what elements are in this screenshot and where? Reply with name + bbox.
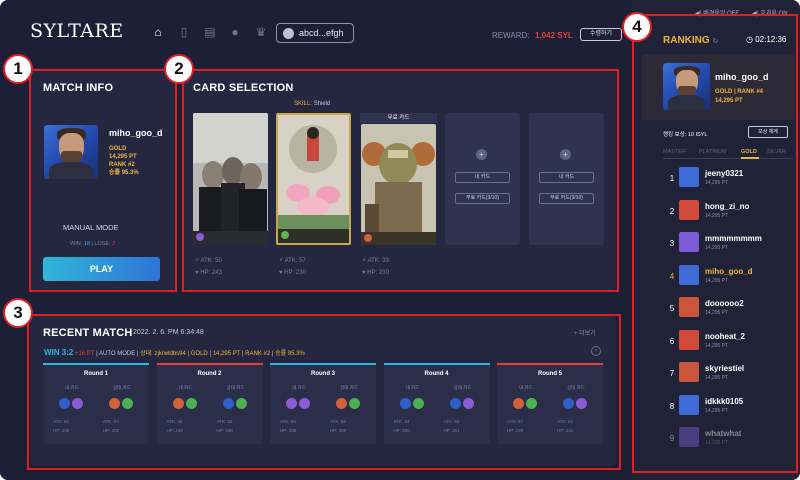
annotation-box-recent-match <box>27 314 621 470</box>
reward-label: REWARD: <box>492 31 530 40</box>
shop-icon[interactable]: ▤ <box>203 25 217 39</box>
app-logo[interactable]: SYLTARE <box>30 20 124 42</box>
trophy-icon[interactable]: ♛ <box>254 25 268 39</box>
annotation-marker-4: 4 <box>622 12 652 42</box>
reward-value: 1,042 SYL <box>535 31 573 40</box>
wallet-address: abcd...efgh <box>299 28 344 38</box>
annotation-marker-3: 3 <box>3 298 33 328</box>
annotation-marker-1: 1 <box>3 54 33 84</box>
annotation-box-ranking <box>632 14 798 473</box>
wallet-icon <box>283 28 294 39</box>
annotation-marker-2: 2 <box>164 54 194 84</box>
home-icon[interactable]: ⌂ <box>151 25 165 39</box>
annotation-box-match-info <box>29 69 177 292</box>
annotation-box-card-selection <box>182 69 619 292</box>
claim-reward-button[interactable]: 수령하기 <box>580 28 622 41</box>
cards-icon[interactable]: ▯ <box>177 25 191 39</box>
wallet-button[interactable]: abcd...efgh <box>276 23 354 43</box>
app-window: SYLTARE ⌂ ▯ ▤ ● ♛ abcd...efgh REWARD: 1,… <box>0 0 800 480</box>
user-icon[interactable]: ● <box>228 25 242 39</box>
